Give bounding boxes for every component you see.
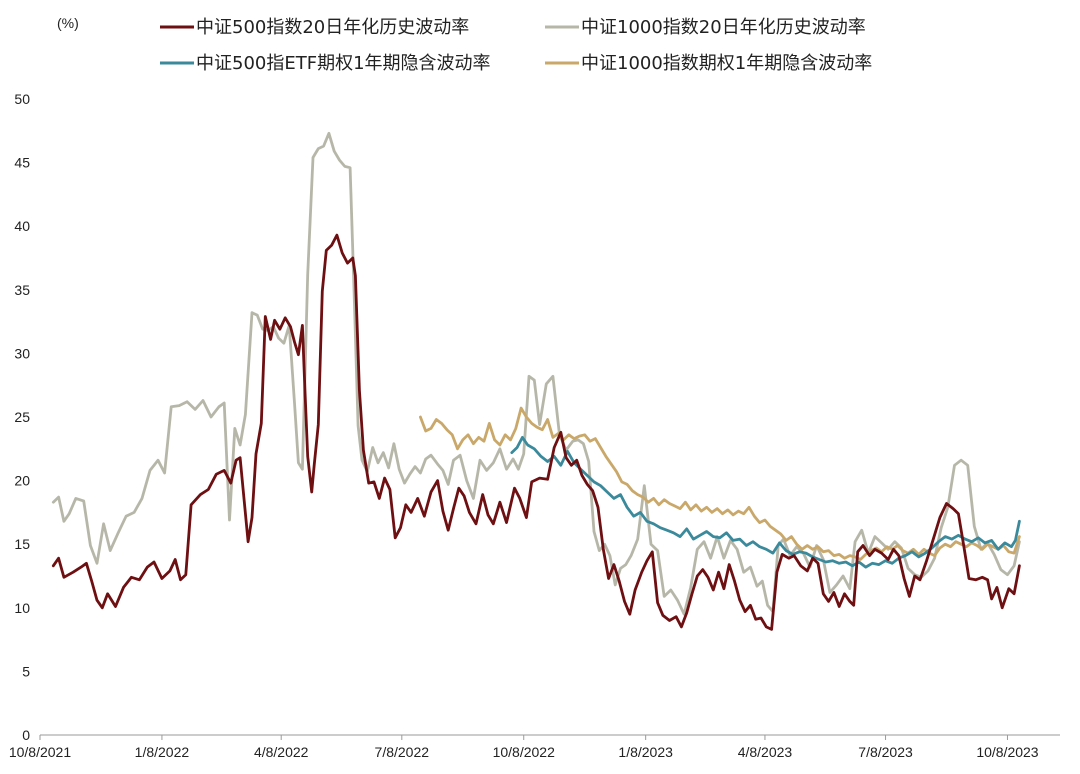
x-tick-label: 1/8/2023 [618,744,673,760]
y-tick-label: 0 [22,727,30,743]
x-tick-label: 4/8/2023 [738,744,793,760]
series-line-2 [51,131,1021,616]
x-tick-label: 4/8/2022 [254,744,309,760]
y-tick-label: 35 [14,282,30,298]
y-axis: 0 5 10 15 20 25 30 35 40 45 50 [14,91,30,743]
y-tick-label: 30 [14,345,30,361]
x-axis: 10/8/2021 1/8/2022 4/8/2022 7/8/2022 10/8/20… [9,734,1060,760]
x-tick-label: 7/8/2022 [375,744,430,760]
y-tick-label: 15 [14,536,30,552]
legend-item-4: 中证1000指数期权1年期隐含波动率 [545,53,872,74]
y-tick-label: 50 [14,91,30,107]
y-tick-label: 25 [14,409,30,425]
y-tick-label: 5 [22,663,30,679]
y-unit-label: (%) [57,15,79,31]
y-tick-label: 20 [14,473,30,489]
legend-label: 中证1000指数期权1年期隐含波动率 [581,53,872,74]
series-line-1 [51,233,1021,631]
series-layer [51,131,1021,631]
y-tick-label: 45 [14,155,30,171]
legend-item-3: 中证500指ETF期权1年期隐含波动率 [160,53,491,74]
y-tick-label: 40 [14,218,30,234]
x-tick-label: 7/8/2023 [858,744,913,760]
legend-item-1: 中证500指数20日年化历史波动率 [160,17,469,38]
x-tick-label: 10/8/2021 [9,744,71,760]
legend-label: 中证500指ETF期权1年期隐含波动率 [196,53,491,74]
x-tick-label: 10/8/2023 [976,744,1038,760]
legend-label: 中证1000指数20日年化历史波动率 [581,17,866,38]
chart-canvas: (%) 中证500指数20日年化历史波动率 中证1000指数20日年化历史波动率中… [9,15,1060,760]
legend: 中证500指数20日年化历史波动率 中证1000指数20日年化历史波动率中证500… [160,17,872,74]
legend-item-2: 中证1000指数20日年化历史波动率 [545,17,866,38]
chart: (%) 中证500指数20日年化历史波动率 中证1000指数20日年化历史波动率中… [0,0,1080,774]
x-tick-label: 10/8/2022 [493,744,555,760]
x-tick-label: 1/8/2022 [135,744,190,760]
legend-label: 中证500指数20日年化历史波动率 [196,17,469,38]
y-tick-label: 10 [14,600,30,616]
